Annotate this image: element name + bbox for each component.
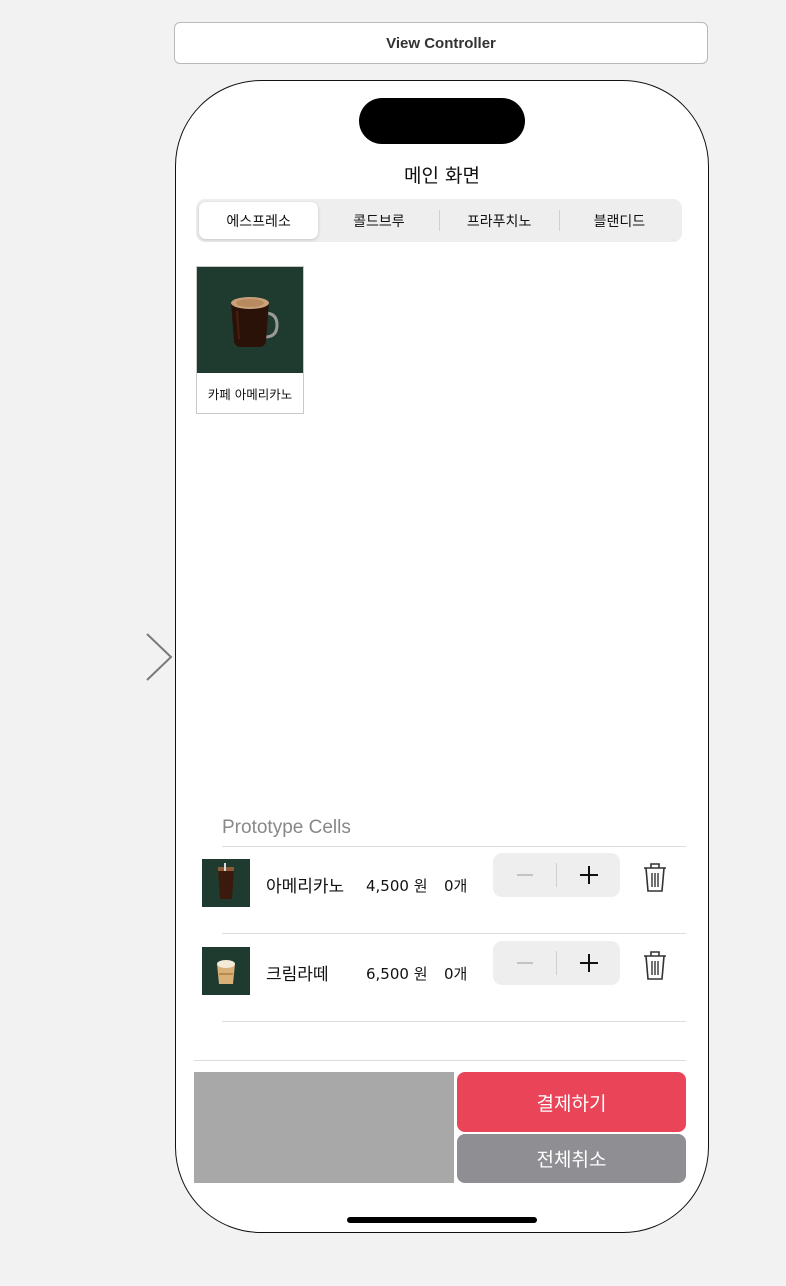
cart-item-name: 크림라떼 — [266, 965, 329, 985]
pay-button-label: 결제하기 — [536, 1092, 607, 1115]
trash-icon[interactable] — [642, 861, 668, 893]
quantity-stepper[interactable] — [493, 941, 620, 985]
iced-coffee-image — [202, 859, 250, 907]
iphone-frame: 메인 화면 에스프레소 콜드브루 프라푸치노 블랜디드 카페 아메리카노 Pro… — [175, 80, 709, 1233]
order-summary-panel — [194, 1072, 454, 1183]
increment-button[interactable] — [557, 941, 620, 985]
trash-icon[interactable] — [642, 949, 668, 981]
segment-label: 블랜디드 — [593, 213, 646, 230]
segment-cold-brew[interactable]: 콜드브루 — [319, 202, 438, 239]
segment-label: 프라푸치노 — [466, 213, 532, 230]
coffee-mug-image — [197, 267, 303, 373]
separator — [222, 933, 686, 934]
nav-title: 메인 화면 — [404, 165, 480, 187]
category-segmented-control[interactable]: 에스프레소 콜드브루 프라푸치노 블랜디드 — [196, 199, 682, 242]
entry-point-arrow-icon — [40, 633, 173, 681]
dynamic-island — [359, 98, 525, 144]
cream-latte-icon — [217, 960, 235, 984]
segment-label: 에스프레소 — [226, 213, 291, 230]
cart-item-name: 아메리카노 — [266, 877, 345, 897]
cart-item-price: 6,500 원 — [366, 965, 428, 983]
decrement-button[interactable] — [493, 853, 556, 897]
pay-button[interactable]: 결제하기 — [457, 1072, 686, 1132]
separator — [222, 1021, 686, 1022]
segment-label: 콜드브루 — [353, 213, 405, 230]
segment-frappuccino[interactable]: 프라푸치노 — [440, 202, 559, 239]
cart-item-price: 4,500 원 — [366, 877, 428, 895]
cancel-all-button-label: 전체취소 — [536, 1149, 607, 1171]
home-indicator — [347, 1217, 537, 1223]
scene-title-bar: View Controller — [174, 22, 708, 64]
plus-icon — [579, 954, 598, 972]
separator — [222, 846, 686, 847]
plus-icon — [579, 866, 598, 884]
prototype-cells-header: Prototype Cells — [222, 817, 351, 838]
separator — [194, 1060, 686, 1061]
decrement-button[interactable] — [493, 941, 556, 985]
cart-item-quantity: 0개 — [444, 877, 468, 895]
menu-item-cell[interactable]: 카페 아메리카노 — [196, 266, 304, 414]
menu-item-name: 카페 아메리카노 — [207, 386, 293, 402]
minus-icon — [516, 874, 533, 876]
cancel-all-button[interactable]: 전체취소 — [457, 1134, 686, 1183]
increment-button[interactable] — [557, 853, 620, 897]
coffee-mug-icon — [231, 297, 279, 347]
cream-latte-image — [202, 947, 250, 995]
cart-item-quantity: 0개 — [444, 965, 468, 983]
segment-blended[interactable]: 블랜디드 — [560, 202, 679, 239]
cart-row: 아메리카노 4,500 원 0개 — [202, 853, 686, 919]
minus-icon — [516, 962, 533, 964]
cart-row: 크림라떼 6,500 원 0개 — [202, 941, 686, 1007]
scene-title: View Controller — [386, 34, 496, 52]
iced-coffee-icon — [218, 863, 234, 899]
quantity-stepper[interactable] — [493, 853, 620, 897]
segment-espresso[interactable]: 에스프레소 — [199, 202, 319, 239]
